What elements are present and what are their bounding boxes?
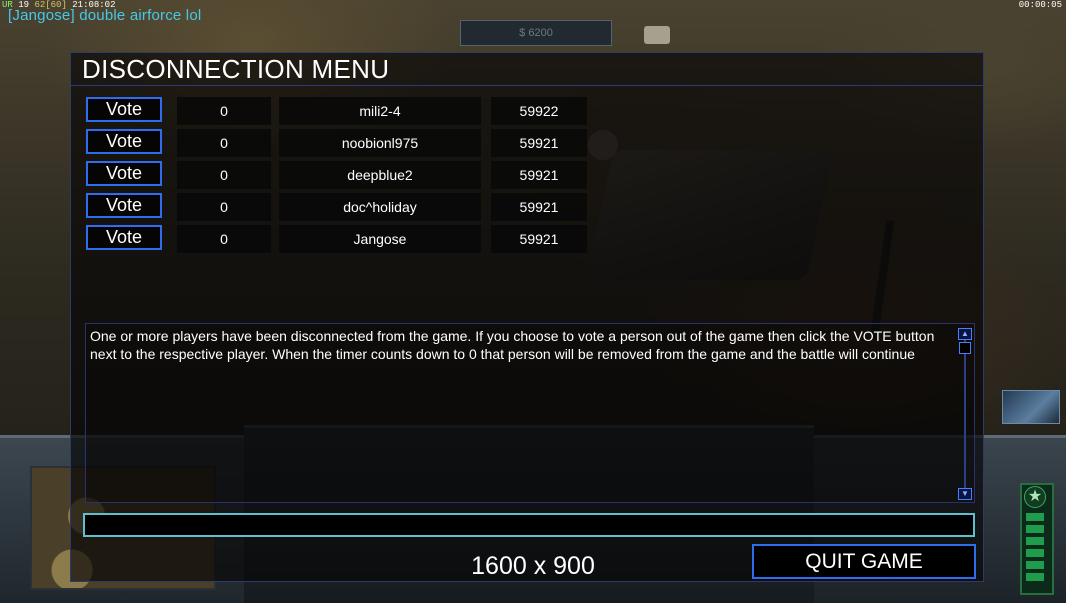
scroll-down-icon[interactable]: ▼ <box>958 488 972 500</box>
player-name: doc^holiday <box>279 193 481 221</box>
vote-count: 0 <box>177 97 271 125</box>
game-timer: 00:00:05 <box>1018 0 1062 10</box>
vote-count: 0 <box>177 193 271 221</box>
vehicle-unit <box>644 26 670 44</box>
vote-count: 0 <box>177 225 271 253</box>
player-name: mili2-4 <box>279 97 481 125</box>
star-icon: ★ <box>1024 486 1046 508</box>
title-divider <box>71 85 983 86</box>
chat-input[interactable] <box>83 513 975 537</box>
player-name: deepblue2 <box>279 161 481 189</box>
vote-button[interactable]: Vote <box>86 225 162 250</box>
unit-portrait <box>1002 390 1060 424</box>
player-name: noobionl975 <box>279 129 481 157</box>
player-name: Jangose <box>279 225 481 253</box>
vote-count: 0 <box>177 161 271 189</box>
vote-button[interactable]: Vote <box>86 161 162 186</box>
money-display: $ 6200 <box>460 20 612 46</box>
disconnect-timer: 59921 <box>491 161 587 189</box>
resolution-label: 1600 x 900 <box>471 552 595 580</box>
scrollbar-thumb[interactable] <box>959 342 971 354</box>
message-box: One or more players have been disconnect… <box>85 323 975 503</box>
disconnect-timer: 59922 <box>491 97 587 125</box>
scrollbar-track[interactable] <box>964 338 966 490</box>
disconnection-dialog: DISCONNECTION MENU Vote 0 mili2-4 59922 … <box>70 52 984 582</box>
vote-button[interactable]: Vote <box>86 193 162 218</box>
disconnect-timer: 59921 <box>491 129 587 157</box>
vote-button[interactable]: Vote <box>86 97 162 122</box>
disconnect-timer: 59921 <box>491 193 587 221</box>
chat-message: [Jangose] double airforce lol <box>8 7 202 24</box>
scroll-up-icon[interactable]: ▲ <box>958 328 972 340</box>
quit-game-button[interactable]: QUIT GAME <box>752 544 976 579</box>
dialog-title: DISCONNECTION MENU <box>82 54 390 84</box>
vote-count: 0 <box>177 129 271 157</box>
disconnect-message: One or more players have been disconnect… <box>90 328 935 362</box>
message-scrollbar[interactable]: ▲ ▼ <box>958 326 972 502</box>
vote-button[interactable]: Vote <box>86 129 162 154</box>
disconnect-timer: 59921 <box>491 225 587 253</box>
